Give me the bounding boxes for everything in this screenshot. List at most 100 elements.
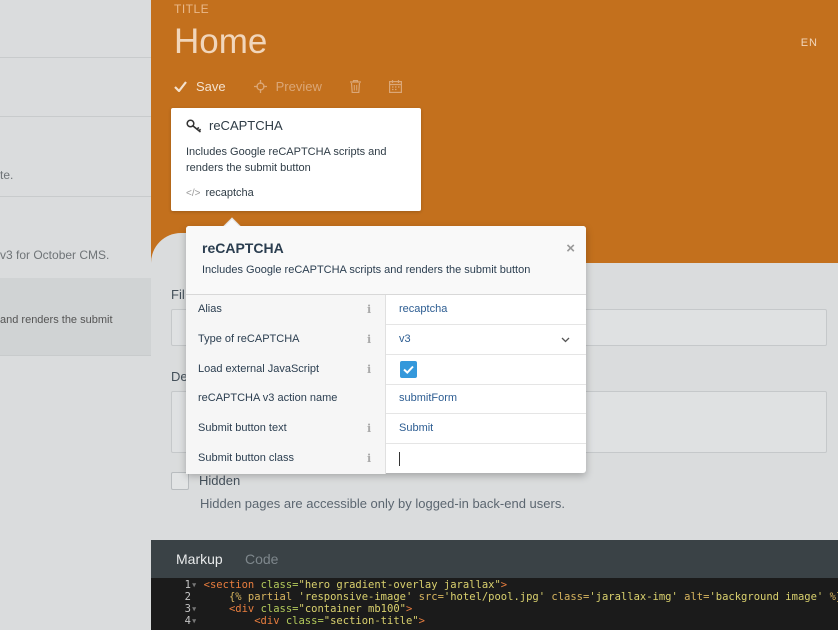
line-number: 1 [184, 579, 191, 591]
toolbar: Save Preview [174, 76, 430, 96]
property-name: Submit button class [186, 444, 386, 474]
code-line[interactable]: 3▾ <div class="container mb100"> [151, 603, 413, 615]
code-token: > [405, 603, 413, 615]
submit-class-input[interactable] [387, 444, 586, 474]
code-token: > [500, 579, 508, 591]
preview-button[interactable]: Preview [253, 78, 322, 94]
info-icon[interactable]: i [367, 355, 371, 384]
type-select-value: v3 [399, 333, 411, 345]
key-icon [186, 119, 202, 133]
property-row-load-js: Load external JavaScript i [186, 355, 586, 385]
popup-description: Includes Google reCAPTCHA scripts and re… [202, 264, 531, 276]
property-name: reCAPTCHA v3 action name [186, 384, 386, 414]
card-title: reCAPTCHA [209, 118, 283, 133]
gutter-space [191, 591, 204, 603]
save-label: Save [196, 78, 226, 94]
type-select[interactable]: v3 [387, 325, 586, 355]
info-icon[interactable]: i [367, 414, 371, 443]
code-line[interactable]: 4▾ <div class="section-title"> [151, 615, 425, 627]
code-token: "container mb100" [298, 603, 406, 615]
popup-title: reCAPTCHA [202, 240, 284, 256]
sidebar-item-text[interactable]: v3 for October CMS. [0, 248, 109, 262]
fold-arrow-icon[interactable]: ▾ [191, 615, 204, 627]
title-label: TITLE [174, 2, 210, 16]
code-token: 'background image' [709, 591, 824, 603]
alias-input[interactable]: recaptcha [387, 295, 586, 325]
code-token: class= [285, 615, 324, 627]
code-tabs: Markup Code [151, 540, 838, 578]
code-token: {% partial [228, 591, 299, 603]
code-icon: </> [186, 187, 201, 199]
line-number: 4 [184, 615, 191, 627]
trash-icon [349, 79, 361, 93]
hidden-help-text: Hidden pages are accessible only by logg… [200, 496, 565, 511]
load-js-cell [387, 355, 586, 385]
property-row-submit-text: Submit button text i Submit [186, 414, 586, 444]
sidebar-item-text[interactable]: te. [0, 168, 13, 182]
page-title[interactable]: Home [174, 22, 267, 62]
code-token: class= [260, 579, 299, 591]
code-token: 'hotel/pool.jpg' [443, 591, 546, 603]
property-name: Type of reCAPTCHA [186, 325, 386, 355]
line-number: 2 [184, 591, 191, 603]
code-line[interactable]: 1▾ <section class="hero gradient-overlay… [151, 579, 507, 591]
load-js-checkbox[interactable] [400, 361, 417, 378]
schedule-button[interactable] [388, 79, 402, 93]
property-name: Submit button text [186, 414, 386, 444]
code-token: <div [228, 603, 261, 615]
chevron-down-icon [561, 337, 570, 343]
card-description: Includes Google reCAPTCHA scripts and re… [186, 146, 387, 174]
component-card[interactable]: reCAPTCHA Includes Google reCAPTCHA scri… [171, 108, 421, 211]
code-token: %} [829, 591, 838, 603]
delete-button[interactable] [349, 79, 361, 93]
code-token: "hero gradient-overlay jarallax" [298, 579, 501, 591]
property-row-submit-class: Submit button class i [186, 444, 586, 474]
calendar-icon [388, 79, 402, 93]
file-name-label: Fil [171, 287, 185, 302]
fold-arrow-icon[interactable]: ▾ [191, 603, 204, 615]
code-token: <section [203, 579, 261, 591]
card-alias-text: recaptcha [205, 187, 254, 199]
property-row-alias: Alias i recaptcha [186, 295, 586, 325]
hidden-checkbox[interactable] [171, 472, 189, 490]
text-caret [399, 452, 400, 466]
save-button[interactable]: Save [174, 79, 226, 94]
property-name: Load external JavaScript [186, 355, 386, 385]
code-token: <div [254, 615, 286, 627]
check-icon [403, 365, 414, 375]
card-alias: </> recaptcha [186, 187, 254, 199]
sidebar-divider [0, 355, 151, 356]
close-icon[interactable]: × [566, 240, 575, 257]
sidebar: te. v3 for October CMS. and renders the … [0, 0, 151, 630]
preview-label: Preview [275, 78, 322, 94]
info-icon[interactable]: i [367, 444, 371, 473]
property-row-type: Type of reCAPTCHA i v3 [186, 325, 586, 355]
code-token: alt= [677, 591, 710, 603]
fold-arrow-icon[interactable]: ▾ [191, 579, 204, 591]
code-token: src= [412, 591, 444, 603]
code-line[interactable]: 2 {% partial 'responsive-image' src='hot… [151, 591, 838, 603]
tab-notch [151, 233, 191, 263]
check-icon [174, 80, 187, 92]
sidebar-divider [0, 116, 151, 117]
component-inspector-popup: reCAPTCHA Includes Google reCAPTCHA scri… [186, 217, 586, 474]
info-icon[interactable]: i [367, 295, 371, 324]
property-name: Alias [186, 295, 386, 325]
tab-markup[interactable]: Markup [176, 551, 223, 567]
code-token: > [418, 615, 425, 627]
line-number: 3 [184, 603, 191, 615]
sidebar-divider [0, 57, 151, 58]
crosshair-icon [253, 79, 267, 93]
code-token: class= [260, 603, 299, 615]
info-icon[interactable]: i [367, 325, 371, 354]
code-editor[interactable]: 1▾ <section class="hero gradient-overlay… [151, 578, 838, 630]
language-switcher[interactable]: EN [801, 37, 818, 49]
sidebar-item-text[interactable]: and renders the submit [0, 314, 113, 326]
action-name-input[interactable]: submitForm [387, 384, 586, 414]
tab-code[interactable]: Code [245, 551, 278, 567]
sidebar-divider [0, 196, 151, 197]
submit-text-input[interactable]: Submit [387, 414, 586, 444]
